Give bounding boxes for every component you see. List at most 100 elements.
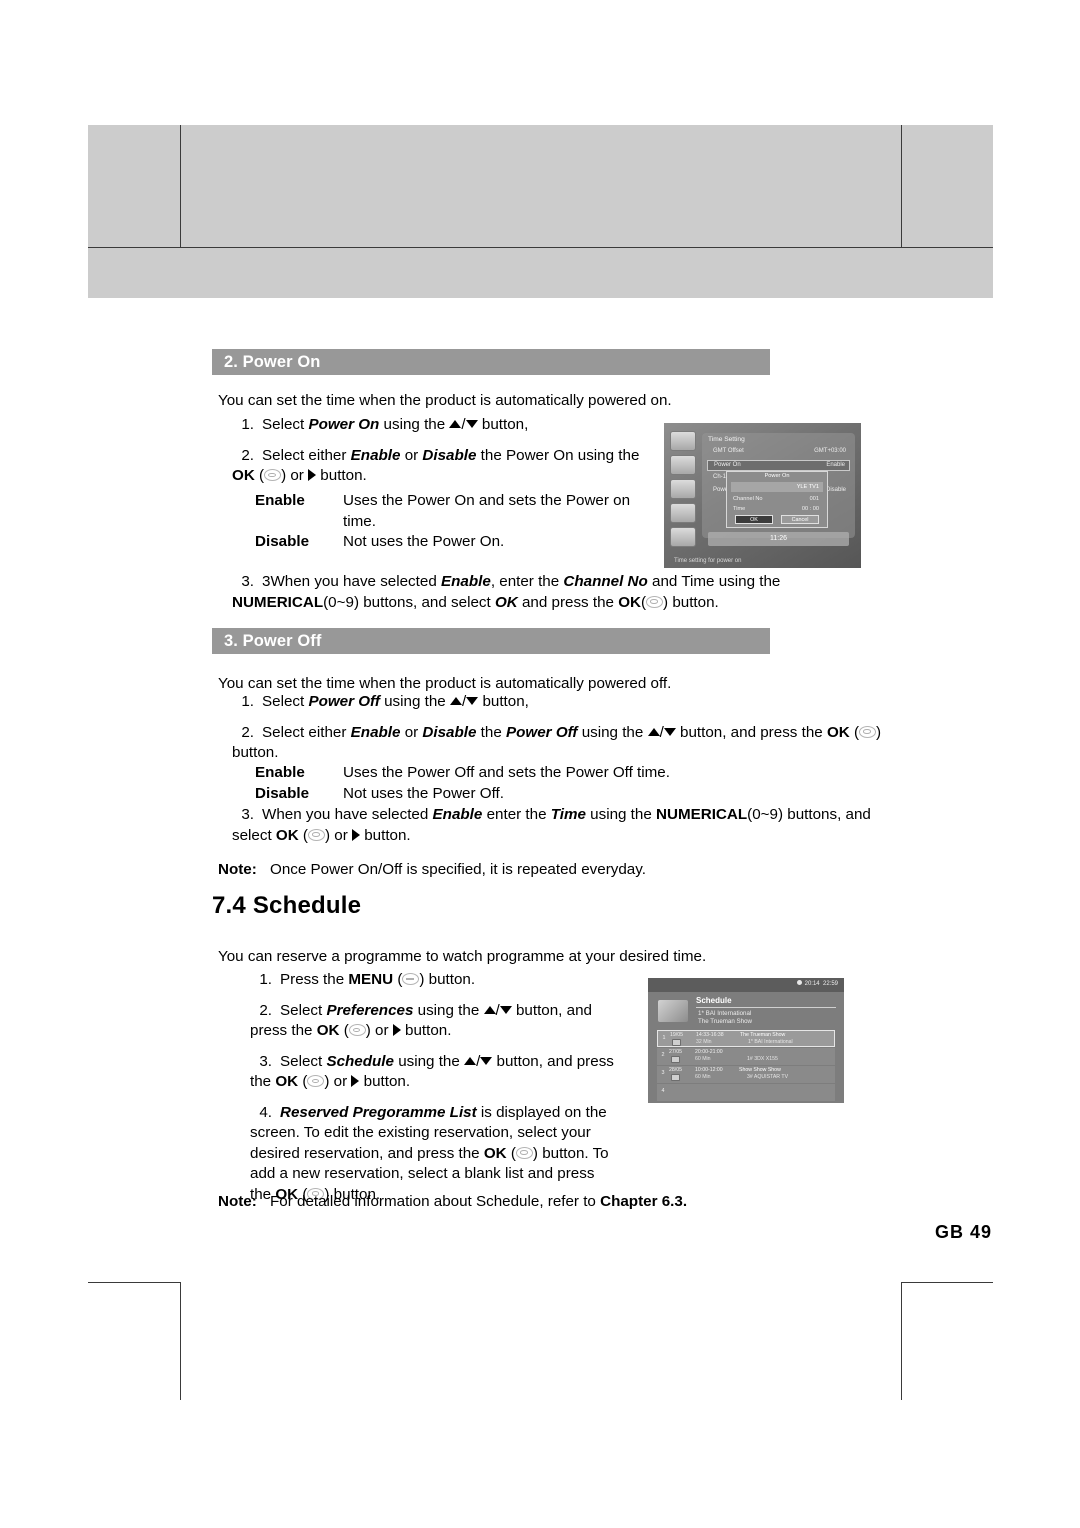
definition-description: Not uses the Power On. [343, 533, 505, 550]
page-number: GB 49 [934, 1222, 992, 1242]
definition-row: Enable Uses the Power Off and sets the P… [255, 763, 755, 784]
list-item: 1. Select Power Off using the / button, [232, 692, 882, 713]
definition-line-1: Uses the Power On and sets the Power on [343, 492, 631, 509]
screenshot-time-setting: Time Setting GMT Offset GMT+03:00 Power … [664, 423, 861, 568]
updown-button-icon: / [647, 724, 676, 741]
row-channel: 1* BAI International [748, 1039, 793, 1045]
osd-schedule-sub-programme: The Trueman Show [698, 1018, 752, 1025]
step-text-line2-end: button. [359, 1073, 411, 1090]
step-text-line2-end: button. [359, 826, 411, 844]
step-number: 3. [241, 806, 254, 823]
step-text-line2-mid: ) or [324, 1073, 348, 1090]
step-text-t1: is displayed on the [476, 1103, 607, 1121]
osd-dialog-ok-button[interactable]: OK [735, 515, 773, 524]
note-label: Note: [218, 1193, 257, 1210]
step-emphasis: Disable [422, 723, 477, 741]
step-text: 3When you have selected Enable, enter th… [232, 573, 781, 611]
step-text: Select Power On using the / button, [262, 416, 528, 433]
osd-row-value: GMT+03:00 [814, 448, 846, 454]
table-row[interactable]: 4 [657, 1084, 835, 1101]
step-text: Select either Enable or Disable the Powe… [232, 723, 882, 762]
step-text: Select Preferences using the / button, a… [250, 1001, 592, 1040]
osd-schedule-rule [696, 1007, 836, 1008]
step-number: 2. [241, 446, 254, 464]
osd-row-power-on[interactable]: Power On Enable [707, 460, 850, 471]
definition-line-2: time. [343, 512, 376, 530]
step-text-mid: or [400, 446, 423, 464]
step-text: Reserved Pregoramme List is displayed on… [250, 1103, 609, 1203]
note-text: For detailed information about Schedule,… [270, 1192, 687, 1212]
step-text-pre: Select [262, 693, 309, 710]
right-arrow-icon [392, 1024, 401, 1036]
list-item: 1. Press the MENU () button. [250, 970, 630, 991]
row-date: 28/05 [669, 1067, 682, 1073]
ok-button-icon [264, 469, 282, 481]
step-emphasis: Channel No [563, 573, 648, 590]
step-text: Select Power Off using the / button, [262, 693, 529, 710]
osd-dialog-value: 001 [809, 496, 819, 502]
table-row[interactable]: 2 27/05 20:00-21:00 60 Min 1# 3DX X155 [657, 1048, 835, 1065]
step-text-line2: button. [232, 744, 279, 761]
power-on-definitions: Enable Uses the Power On and sets the Po… [255, 491, 655, 553]
power-on-steps: 1. Select Power On using the / button, 2… [232, 415, 652, 497]
updown-button-icon: / [464, 1053, 493, 1070]
row-type-icon [671, 1074, 680, 1081]
step-text-line2-end: button. [400, 1022, 452, 1039]
step-number: 3. [241, 573, 254, 590]
osd-panel-title: Time Setting [708, 436, 745, 443]
step-text-line2-pre: select [232, 826, 276, 844]
step-emphasis: Preferences [326, 1001, 414, 1019]
step-text-e: (0~9) buttons, and [747, 806, 871, 823]
step-text-mid2: the Power On using the [476, 446, 640, 464]
row-index: 2 [661, 1052, 665, 1058]
ok-label: OK [618, 593, 641, 611]
page-title: 7.4 Schedule [212, 892, 362, 919]
row-index: 4 [661, 1088, 665, 1094]
table-row[interactable]: 3 28/05 10:00-12:00 60 Min Show Show Sho… [657, 1066, 835, 1083]
osd-dialog-title: Power On [764, 473, 790, 479]
definition-description: Uses the Power Off and sets the Power Of… [343, 764, 670, 781]
list-item: 3. When you have selected Enable enter t… [232, 805, 892, 846]
list-item: 3. Select Schedule using the / button, a… [250, 1052, 630, 1093]
step-emphasis: OK [494, 593, 518, 611]
ok-label: OK [316, 1022, 340, 1039]
definition-row: Disable Not uses the Power Off. [255, 784, 755, 805]
ok-button-icon [646, 595, 664, 608]
osd-row-value: Disable [825, 487, 846, 493]
ok-label: OK [275, 826, 299, 844]
step-text-mid: using the [379, 693, 450, 710]
power-off-steps: 1. Select Power Off using the / button, … [232, 692, 882, 774]
table-row[interactable]: 1 19/05 14:33-16:38 32 Min The Trueman S… [657, 1030, 835, 1047]
step-text-l3a: desired reservation, and press the [250, 1144, 484, 1162]
list-item: 2. Select either Enable or Disable the P… [232, 723, 882, 764]
note-text-a: For detailed information about Schedule,… [270, 1193, 601, 1210]
numerical-label: NUMERICAL [232, 593, 324, 611]
osd-topbar: 20:14 22:59 [648, 978, 844, 992]
step-emphasis: Enable [441, 573, 491, 590]
step-text-a: 3When you have selected [262, 573, 441, 590]
osd-clock: 11:26 [708, 532, 849, 546]
osd-clock-second: 22:59 [822, 981, 838, 987]
step-text-post: ) or [281, 467, 304, 484]
ok-button-icon [859, 725, 876, 738]
definition-term: Disable [255, 784, 310, 802]
row-time: 10:00-12:00 [695, 1067, 723, 1073]
step-text-post: button, [477, 416, 529, 433]
step-text-h: ) button. [663, 593, 719, 611]
numerical-label: NUMERICAL [656, 806, 748, 823]
step-text-mid3: using the [577, 723, 648, 741]
definition-row: Enable Uses the Power On and sets the Po… [255, 491, 655, 532]
row-programme: The Trueman Show [740, 1032, 786, 1038]
osd-dialog-cancel-button[interactable]: Cancel [781, 515, 819, 524]
step-text-end: button. [316, 467, 367, 484]
step-emphasis: Power Off [506, 723, 578, 741]
osd-dialog-value: 00 : 00 [801, 506, 819, 512]
ok-button-icon [515, 1146, 533, 1159]
row-programme: Show Show Show [739, 1067, 781, 1073]
row-time: 14:33-16:38 [696, 1032, 724, 1038]
osd-dialog-channel-field[interactable]: YLE TV1 [731, 482, 823, 492]
step-text-post: button, [478, 693, 529, 710]
section-bar-power-on: 2. Power On [212, 349, 770, 375]
row-type-icon [672, 1039, 681, 1046]
osd-dialog-key: Channel No [733, 496, 763, 502]
